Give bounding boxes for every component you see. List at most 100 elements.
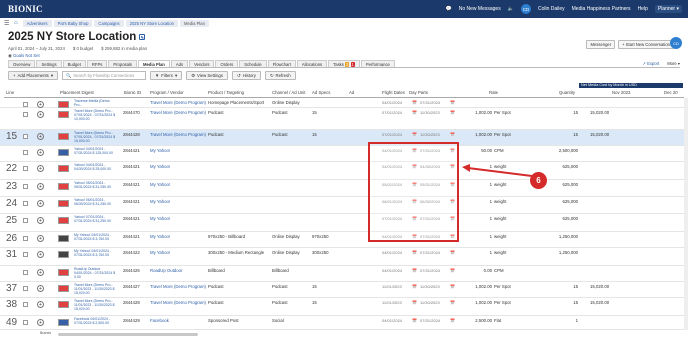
calendar-icon[interactable]: 📅 — [450, 100, 455, 105]
add-row-icon[interactable]: + — [37, 165, 44, 172]
program-vendor[interactable]: Travel More (Demo Program) — [150, 132, 206, 137]
calendar-icon[interactable]: 📅 — [450, 318, 455, 323]
col-dec[interactable]: Dec 20 — [664, 90, 678, 95]
calendar-icon[interactable]: 📅 — [412, 268, 417, 273]
row-checkbox[interactable] — [23, 134, 28, 139]
add-row-icon[interactable]: + — [37, 101, 44, 108]
row-checkbox[interactable] — [23, 184, 28, 189]
flight-end[interactable]: 07/31/2024 — [420, 100, 440, 105]
row-checkbox[interactable] — [23, 102, 28, 107]
tab-budget[interactable]: Budget — [62, 60, 86, 67]
col-rate[interactable]: Rate — [489, 90, 498, 95]
row-checkbox[interactable] — [23, 320, 28, 325]
tab-tasks[interactable]: Tasks 3 1 — [328, 60, 360, 67]
tab-performance[interactable]: Performance — [360, 60, 395, 67]
table-row[interactable]: + Travel More (Demo Pro... 07/01/2024 - 0… — [0, 108, 688, 130]
history-button[interactable]: ↺ History — [231, 71, 261, 80]
flight-start[interactable]: 11/01/2023 — [382, 300, 402, 305]
export-button[interactable]: ↗ Export — [642, 61, 659, 66]
calendar-icon[interactable]: 📅 — [412, 284, 417, 289]
flight-end[interactable]: 11/30/2023 — [420, 110, 440, 115]
table-row[interactable]: 15 + Travel More (Demo Pro... 07/01/2024 -… — [0, 130, 688, 146]
calendar-icon[interactable]: 📅 — [450, 132, 455, 137]
col-product[interactable]: Product / Targeting — [208, 90, 244, 95]
row-checkbox[interactable] — [23, 166, 28, 171]
flight-start[interactable]: 04/01/2024 — [382, 268, 402, 273]
user-avatar[interactable]: CD — [520, 4, 531, 14]
table-row[interactable]: 49 + Facebook 04/01/2024 - 07/31/2024 $ 2,… — [0, 316, 688, 330]
table-row[interactable]: 38 + Travel More (Demo Pro... 11/01/2023 -… — [0, 298, 688, 316]
program-vendor[interactable]: My Yahoo! — [150, 234, 170, 239]
col-ad[interactable]: Ad — [349, 90, 354, 95]
table-row[interactable]: 26 + My Yahoo! 04/01/2024 - 07/31/2024 $ 3… — [0, 232, 688, 248]
tab-schedule[interactable]: Schedule — [239, 60, 267, 67]
row-checkbox[interactable] — [23, 302, 28, 307]
col-adspecs[interactable]: Ad Specs — [312, 90, 330, 95]
flight-start[interactable]: 04/01/2024 — [382, 318, 402, 323]
add-row-icon[interactable]: + — [37, 183, 44, 190]
calendar-icon[interactable]: 📅 — [412, 250, 417, 255]
chat-bubble-icon[interactable]: 💬 — [446, 6, 452, 12]
calendar-icon[interactable]: 📅 — [412, 110, 417, 115]
view-settings-button[interactable]: ⚙ View Settings — [186, 71, 228, 80]
program-vendor[interactable]: My Yahoo! — [150, 164, 170, 169]
table-row[interactable]: + Yahoo! 04/01/2024 - 07/31/2024 $ 125,00… — [0, 146, 688, 162]
program-vendor[interactable]: My Yahoo! — [150, 250, 170, 255]
program-vendor[interactable]: Travel More (Demo Program) — [150, 100, 206, 105]
calendar-icon[interactable]: 📅 — [450, 284, 455, 289]
edit-icon[interactable]: ✎ — [139, 34, 146, 40]
row-checkbox[interactable] — [23, 201, 28, 206]
calendar-icon[interactable]: 📅 — [450, 110, 455, 115]
more-dropdown[interactable]: More ▾ — [667, 61, 680, 66]
add-row-icon[interactable]: + — [37, 269, 44, 276]
program-vendor[interactable]: Travel More (Demo Program) — [150, 300, 206, 305]
breadcrumb-campaign[interactable]: 2025 NY Store Location — [125, 19, 178, 27]
table-row[interactable]: 24 + Yahoo! 06/01/2024 - 06/30/2024 $ 31,2… — [0, 197, 688, 214]
vertical-scrollbar[interactable] — [684, 98, 688, 330]
tab-ads[interactable]: Ads — [170, 60, 189, 67]
col-nov[interactable]: Nov 2023 — [612, 90, 630, 95]
col-bionic-id[interactable]: Bionic ID — [124, 90, 141, 95]
flight-end[interactable]: 07/31/2024 — [420, 268, 440, 273]
flight-start[interactable]: 04/01/2024 — [382, 250, 402, 255]
flight-end[interactable]: 11/30/2023 — [420, 300, 440, 305]
program-vendor[interactable]: Travel More (Demo Program) — [150, 284, 206, 289]
speaker-icon[interactable]: 🔈 — [508, 6, 514, 12]
goals-link[interactable]: Goals Not Set — [13, 53, 40, 58]
add-row-icon[interactable]: + — [37, 319, 44, 326]
calendar-icon[interactable]: 📅 — [450, 268, 455, 273]
tab-media-plan[interactable]: Media Plan — [137, 60, 170, 67]
calendar-icon[interactable]: 📅 — [450, 300, 455, 305]
add-row-icon[interactable]: + — [37, 149, 44, 156]
table-row[interactable]: 25 + Yahoo! 07/01/2024 - 07/31/2024 $ 31,2… — [0, 214, 688, 232]
flight-start[interactable]: 07/01/2024 — [382, 132, 402, 137]
program-vendor[interactable]: RoadUp Outdoor — [150, 268, 183, 273]
flight-end[interactable]: 07/31/2024 — [420, 250, 440, 255]
breadcrumb-advertiser[interactable]: Pat's Baby Shop — [53, 19, 93, 27]
row-checkbox[interactable] — [23, 252, 28, 257]
filters-button[interactable]: ▼ Filters ▾ — [149, 71, 183, 80]
tab-vendors[interactable]: Vendors — [189, 60, 215, 67]
col-channel[interactable]: Channel / Ad Unit — [272, 90, 305, 95]
search-input[interactable]: 🔍 Search by Flowship Connections — [61, 71, 146, 80]
calendar-icon[interactable]: 📅 — [412, 132, 417, 137]
messenger-button[interactable]: Messenger — [586, 40, 616, 49]
tab-flowchart[interactable]: Flowchart — [267, 60, 296, 67]
add-row-icon[interactable]: + — [37, 285, 44, 292]
planner-dropdown[interactable]: Planner ▾ — [654, 5, 682, 13]
bionic-logo[interactable]: BIONIC — [8, 4, 70, 14]
user-name[interactable]: Colin Dailey — [538, 6, 565, 12]
flight-start[interactable]: 04/01/2024 — [382, 100, 402, 105]
table-row[interactable]: 23 + Yahoo! 05/01/2024 - 05/31/2024 $ 31,2… — [0, 180, 688, 197]
program-vendor[interactable]: My Yahoo! — [150, 182, 170, 187]
program-vendor[interactable]: My Yahoo! — [150, 148, 170, 153]
add-row-icon[interactable]: + — [37, 133, 44, 140]
calendar-icon[interactable]: 📅 — [412, 318, 417, 323]
col-line[interactable]: Line — [6, 90, 14, 95]
home-icon[interactable]: ⌂ — [14, 20, 18, 26]
row-checkbox[interactable] — [23, 112, 28, 117]
add-row-icon[interactable]: + — [37, 235, 44, 242]
add-row-icon[interactable]: + — [37, 217, 44, 224]
breadcrumb-campaigns[interactable]: Campaigns — [94, 19, 124, 27]
add-placements-button[interactable]: + Add Placements ▾ — [8, 71, 58, 80]
